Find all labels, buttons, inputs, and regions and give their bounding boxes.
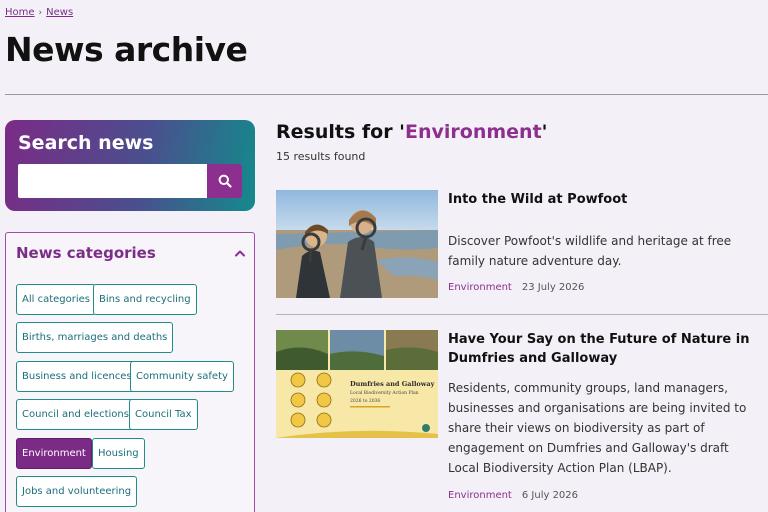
news-categories-panel: News categories All categories Bins and … xyxy=(5,232,255,512)
article-category-tag[interactable]: Environment xyxy=(448,490,512,501)
plan-cover-years: 2026 to 2036 xyxy=(350,398,380,404)
category-births-marriages-deaths[interactable]: Births, marriages and deaths xyxy=(16,322,174,353)
article-image-biodiversity-plan[interactable]: Dumfries and Galloway Local Biodiversity… xyxy=(276,330,438,438)
category-bins-and-recycling[interactable]: Bins and recycling xyxy=(93,284,197,315)
breadcrumb: Home › News xyxy=(5,7,73,18)
article-title-link[interactable]: Into the Wild at Powfoot xyxy=(448,190,766,209)
category-housing[interactable]: Housing xyxy=(92,438,145,469)
results-title-suffix: ' xyxy=(541,121,548,143)
category-all-categories[interactable]: All categories xyxy=(16,284,96,315)
breadcrumb-news-link[interactable]: News xyxy=(46,7,73,18)
search-panel: Search news xyxy=(5,120,255,211)
article-meta: Environment 23 July 2026 xyxy=(448,282,584,293)
breadcrumb-home-link[interactable]: Home xyxy=(5,7,35,18)
search-icon xyxy=(218,174,232,188)
category-community-safety[interactable]: Community safety xyxy=(130,361,234,392)
children-with-magnifiers-photo xyxy=(276,190,438,298)
search-title: Search news xyxy=(18,132,154,154)
article-category-tag[interactable]: Environment xyxy=(448,282,512,293)
results-search-term: Environment xyxy=(405,121,542,143)
article-image-powfoot[interactable] xyxy=(276,190,438,298)
article-divider xyxy=(276,314,768,315)
article-title-link[interactable]: Have Your Say on the Future of Nature in… xyxy=(448,330,766,368)
category-council-and-elections[interactable]: Council and elections xyxy=(16,399,135,430)
category-business-and-licences[interactable]: Business and licences xyxy=(16,361,138,392)
chevron-up-icon[interactable] xyxy=(234,249,246,257)
results-title: Results for 'Environment' xyxy=(276,121,547,143)
article-summary: Discover Powfoot's wildlife and heritage… xyxy=(448,234,732,268)
categories-title: News categories xyxy=(16,244,156,262)
article-meta: Environment 6 July 2026 xyxy=(448,490,578,501)
search-input[interactable] xyxy=(18,164,207,198)
article-summary: Residents, community groups, land manage… xyxy=(448,381,747,475)
results-count: 15 results found xyxy=(276,150,366,163)
page-title: News archive xyxy=(5,30,248,69)
category-environment[interactable]: Environment xyxy=(16,438,92,469)
plan-cover-title: Dumfries and Galloway xyxy=(350,380,435,388)
header-divider xyxy=(5,94,768,95)
article-date: 6 July 2026 xyxy=(521,490,579,501)
category-jobs-and-volunteering[interactable]: Jobs and volunteering xyxy=(16,476,138,507)
biodiversity-plan-cover-image: Dumfries and Galloway Local Biodiversity… xyxy=(276,330,438,438)
article-date: 23 July 2026 xyxy=(521,282,585,293)
search-button[interactable] xyxy=(207,164,242,198)
category-council-tax[interactable]: Council Tax xyxy=(129,399,198,430)
plan-cover-subtitle: Local Biodiversity Action Plan xyxy=(350,390,419,396)
results-title-prefix: Results for ' xyxy=(276,121,405,143)
breadcrumb-separator: › xyxy=(38,8,43,18)
